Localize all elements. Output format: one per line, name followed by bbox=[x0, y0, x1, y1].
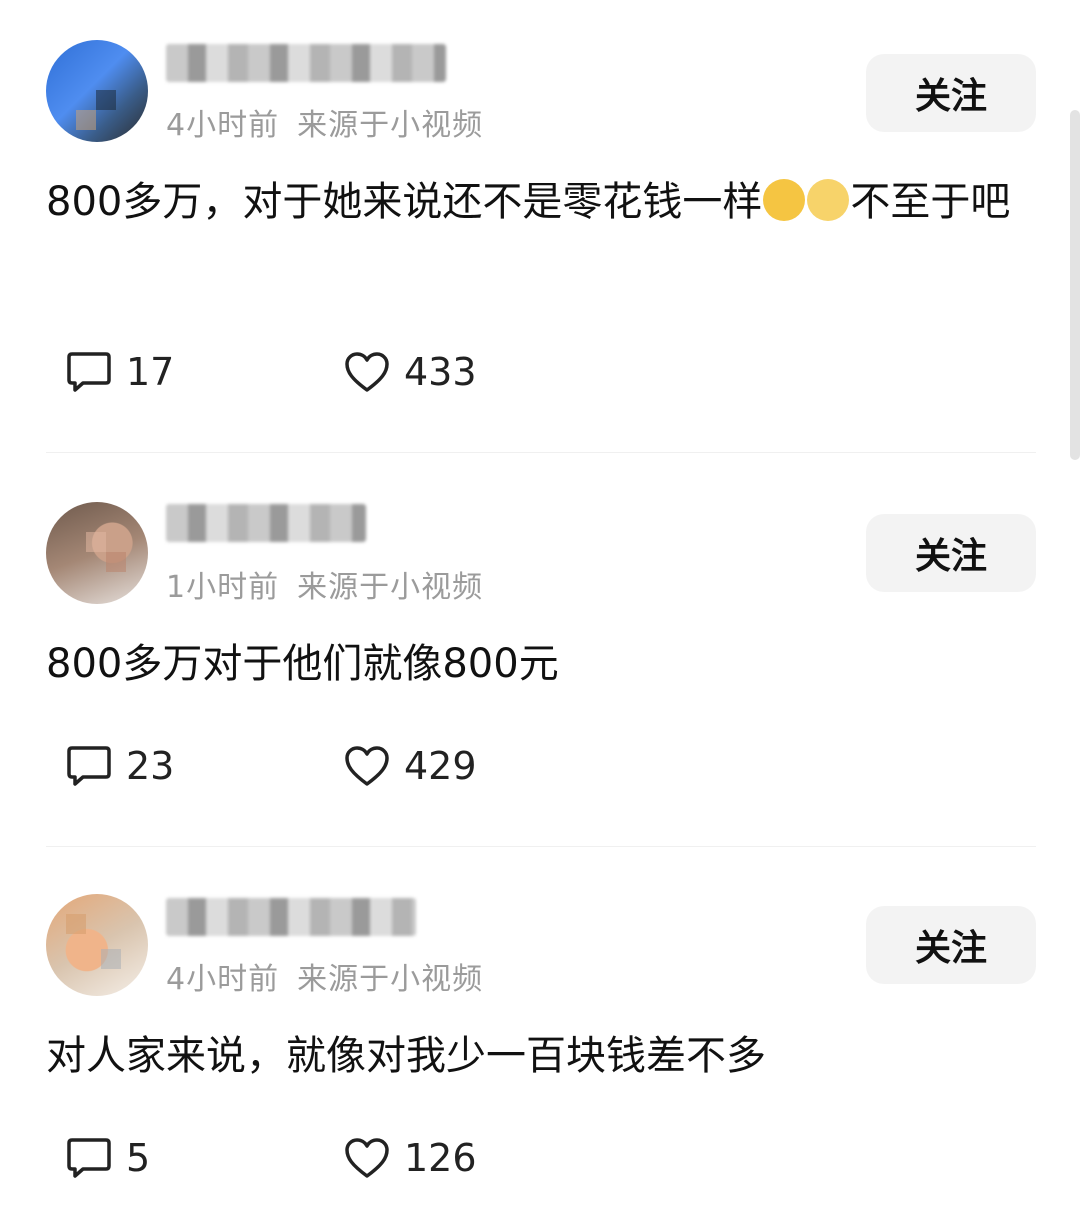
follow-button[interactable]: 关注 bbox=[866, 514, 1036, 592]
comment-time: 1小时前 bbox=[166, 570, 280, 605]
like-button[interactable]: 433 bbox=[344, 350, 477, 394]
comment-source: 来源于小视频 bbox=[297, 108, 484, 143]
comment-meta: 4小时前 来源于小视频 bbox=[166, 100, 483, 144]
divider bbox=[46, 846, 1036, 847]
comment-time: 4小时前 bbox=[166, 962, 280, 997]
heart-icon bbox=[345, 746, 389, 786]
heart-icon bbox=[345, 352, 389, 392]
comment-source: 来源于小视频 bbox=[297, 570, 484, 605]
comment-text: 对人家来说，就像对我少一百块钱差不多 bbox=[46, 1033, 766, 1079]
reply-count: 17 bbox=[126, 350, 175, 394]
follow-button[interactable]: 关注 bbox=[866, 54, 1036, 132]
avatar[interactable] bbox=[46, 894, 148, 996]
like-count: 429 bbox=[404, 744, 477, 788]
like-count: 433 bbox=[404, 350, 477, 394]
comment-text: 800多万，对于她来说还不是零花钱一样 不至于吧 bbox=[46, 168, 1046, 236]
comment-meta: 1小时前 来源于小视频 bbox=[166, 562, 483, 606]
avatar[interactable] bbox=[46, 40, 148, 142]
follow-button[interactable]: 关注 bbox=[866, 906, 1036, 984]
comment-source: 来源于小视频 bbox=[297, 962, 484, 997]
heart-icon bbox=[345, 1138, 389, 1178]
comment-bubble-icon bbox=[67, 746, 111, 786]
grinning-sweat-emoji-icon bbox=[763, 179, 806, 221]
reply-button[interactable]: 5 bbox=[66, 1136, 150, 1180]
username-blurred[interactable] bbox=[166, 898, 416, 936]
comment-text: 800多万对于他们就像800元 bbox=[46, 641, 559, 687]
like-button[interactable]: 429 bbox=[344, 744, 477, 788]
comment-bubble-icon bbox=[67, 1138, 111, 1178]
reply-count: 23 bbox=[126, 744, 175, 788]
like-count: 126 bbox=[404, 1136, 477, 1180]
comment-bubble-icon bbox=[67, 352, 111, 392]
flushed-emoji-icon bbox=[807, 179, 850, 221]
username-blurred[interactable] bbox=[166, 44, 446, 82]
avatar[interactable] bbox=[46, 502, 148, 604]
scrollbar[interactable] bbox=[1070, 110, 1080, 460]
like-button[interactable]: 126 bbox=[344, 1136, 477, 1180]
username-blurred[interactable] bbox=[166, 504, 366, 542]
comment-text-part: 800多万，对于她来说还不是零花钱一样 bbox=[46, 179, 763, 225]
reply-button[interactable]: 17 bbox=[66, 350, 174, 394]
comment-text-part: 不至于吧 bbox=[850, 179, 1011, 225]
comment-meta: 4小时前 来源于小视频 bbox=[166, 954, 483, 998]
reply-button[interactable]: 23 bbox=[66, 744, 174, 788]
comment-time: 4小时前 bbox=[166, 108, 280, 143]
reply-count: 5 bbox=[126, 1136, 151, 1180]
divider bbox=[46, 452, 1036, 453]
